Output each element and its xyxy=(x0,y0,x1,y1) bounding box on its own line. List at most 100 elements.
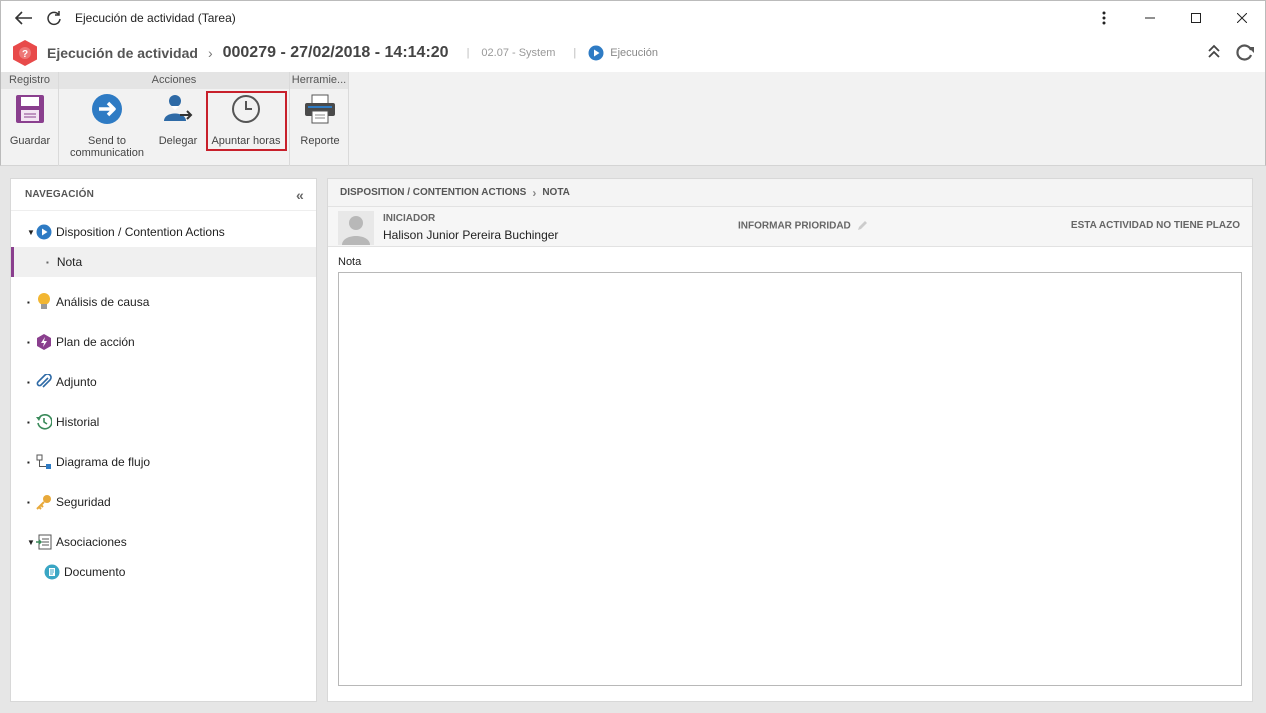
nav-item-historial[interactable]: ▪ Historial xyxy=(11,407,316,437)
action-plan-icon xyxy=(37,334,51,350)
ribbon-group-label: Herramie... xyxy=(290,72,348,89)
close-button[interactable] xyxy=(1219,1,1265,35)
floppy-disk-icon xyxy=(16,95,44,123)
report-button-label: Reporte xyxy=(300,135,340,147)
record-identifier: 000279 - 27/02/2018 - 14:14:20 xyxy=(222,44,449,61)
content-panel: DISPOSITION / CONTENTION ACTIONS › NOTA … xyxy=(327,178,1253,702)
collapse-up-icon[interactable] xyxy=(1207,40,1221,64)
refresh-window-button[interactable] xyxy=(39,1,69,35)
vertical-dots-icon xyxy=(1102,11,1106,25)
arrow-right-circle-icon xyxy=(92,94,122,124)
nav-item-label: Adjunto xyxy=(56,375,97,389)
maximize-button[interactable] xyxy=(1173,1,1219,35)
back-arrow-icon xyxy=(15,10,32,25)
question-hex-icon: ? xyxy=(11,39,39,67)
selection-highlight xyxy=(206,91,287,151)
nav-item-nota[interactable]: ▪ Nota xyxy=(11,247,316,277)
bullet-icon: ▪ xyxy=(27,377,30,387)
activity-header: ? Ejecución de actividad › 000279 - 27/0… xyxy=(0,34,1266,72)
delegate-button[interactable]: Delegar xyxy=(153,93,203,147)
nav-item-label: Seguridad xyxy=(56,495,111,509)
associations-icon xyxy=(36,534,52,550)
flowchart-icon xyxy=(36,454,51,469)
nav-item-diagrama[interactable]: ▪ Diagrama de flujo xyxy=(11,447,316,477)
close-icon xyxy=(1237,13,1247,23)
breadcrumb: DISPOSITION / CONTENTION ACTIONS › NOTA xyxy=(328,179,1252,207)
breadcrumb-item[interactable]: DISPOSITION / CONTENTION ACTIONS xyxy=(340,187,526,198)
ribbon-toolbar: Registro Acciones Herramie... Guardar Se… xyxy=(0,72,1266,166)
minimize-button[interactable] xyxy=(1127,1,1173,35)
page-title: Ejecución de actividad xyxy=(47,45,198,61)
priority-field[interactable]: INFORMAR PRIORIDAD xyxy=(738,220,868,232)
nav-item-adjunto[interactable]: ▪ Adjunto xyxy=(11,367,316,397)
avatar xyxy=(338,211,374,245)
nav-item-plan[interactable]: ▪ Plan de acción xyxy=(11,327,316,357)
reload-icon[interactable] xyxy=(1235,40,1255,64)
initiator-name: Halison Junior Pereira Buchinger xyxy=(383,228,559,242)
play-circle-icon xyxy=(588,45,604,61)
paperclip-icon xyxy=(36,374,52,388)
priority-label: INFORMAR PRIORIDAD xyxy=(738,220,851,232)
chevron-right-icon: › xyxy=(207,45,213,61)
printer-icon xyxy=(305,94,335,124)
save-button-label: Guardar xyxy=(9,135,51,147)
nav-item-label: Plan de acción xyxy=(56,335,135,349)
title-bar: Ejecución de actividad (Tarea) xyxy=(0,0,1266,34)
save-button[interactable]: Guardar xyxy=(7,93,53,147)
play-circle-icon xyxy=(36,224,52,240)
window-title: Ejecución de actividad (Tarea) xyxy=(75,10,236,25)
send-to-communication-button[interactable]: Send to communication xyxy=(65,93,149,159)
initiator-bar: INICIADOR Halison Junior Pereira Buching… xyxy=(328,207,1252,247)
deadline-label: ESTA ACTIVIDAD NO TIENE PLAZO xyxy=(1070,220,1240,231)
bullet-icon: ▪ xyxy=(27,457,30,467)
expand-caret-icon[interactable]: ▼ xyxy=(27,538,35,547)
nav-item-seguridad[interactable]: ▪ Seguridad xyxy=(11,487,316,517)
pencil-icon xyxy=(857,221,867,230)
initiator-label: INICIADOR xyxy=(383,213,436,224)
status-label: Ejecución xyxy=(610,47,658,59)
delegate-button-label: Delegar xyxy=(158,135,198,147)
refresh-icon xyxy=(47,10,61,25)
divider: | xyxy=(573,47,577,59)
navigation-heading: NAVEGACIÓN xyxy=(25,189,95,200)
key-icon xyxy=(36,495,51,510)
nav-item-label: Documento xyxy=(64,565,126,579)
report-button[interactable]: Reporte xyxy=(295,93,345,147)
send-button-label-line2: communication xyxy=(70,147,144,159)
collapse-panel-icon[interactable]: « xyxy=(296,187,304,203)
bullet-icon: ▪ xyxy=(46,257,49,267)
nav-item-disposition[interactable]: ▼ Disposition / Contention Actions xyxy=(11,217,316,247)
chevron-right-icon: › xyxy=(532,185,537,200)
nav-item-documento[interactable]: Documento xyxy=(11,557,316,587)
bullet-icon: ▪ xyxy=(27,337,30,347)
nav-item-analisis[interactable]: ▪ Análisis de causa xyxy=(11,287,316,317)
document-icon xyxy=(44,564,60,580)
maximize-icon xyxy=(1191,13,1201,23)
breadcrumb-item-current: NOTA xyxy=(542,187,570,198)
minimize-icon xyxy=(1145,17,1155,19)
nav-item-asociaciones[interactable]: ▼ Asociaciones xyxy=(11,527,316,557)
bullet-icon: ▪ xyxy=(27,417,30,427)
divider: | xyxy=(466,47,470,59)
nav-item-label: Diagrama de flujo xyxy=(56,455,151,469)
nav-item-label: Análisis de causa xyxy=(56,295,150,309)
system-label: 02.07 - System xyxy=(481,47,556,59)
ribbon-group-label: Registro xyxy=(1,72,58,89)
ribbon-group-label: Acciones xyxy=(59,72,289,89)
nav-item-label: Disposition / Contention Actions xyxy=(56,225,225,239)
history-icon xyxy=(36,414,52,430)
user-silhouette-icon xyxy=(342,216,370,245)
back-button[interactable] xyxy=(9,1,39,35)
svg-text:?: ? xyxy=(22,49,28,60)
navigation-header: NAVEGACIÓN « xyxy=(11,179,316,211)
navigation-panel: NAVEGACIÓN « ▼ Disposition / Contention … xyxy=(10,178,317,702)
send-button-label-line1: Send to xyxy=(88,135,126,147)
expand-caret-icon[interactable]: ▼ xyxy=(27,228,35,237)
nav-item-label: Historial xyxy=(56,415,100,429)
more-options-button[interactable] xyxy=(1081,1,1127,35)
note-textarea[interactable] xyxy=(338,272,1242,686)
lightbulb-icon xyxy=(38,293,50,309)
nav-item-label: Nota xyxy=(56,255,83,269)
note-field-label: Nota xyxy=(338,256,362,268)
bullet-icon: ▪ xyxy=(27,297,30,307)
